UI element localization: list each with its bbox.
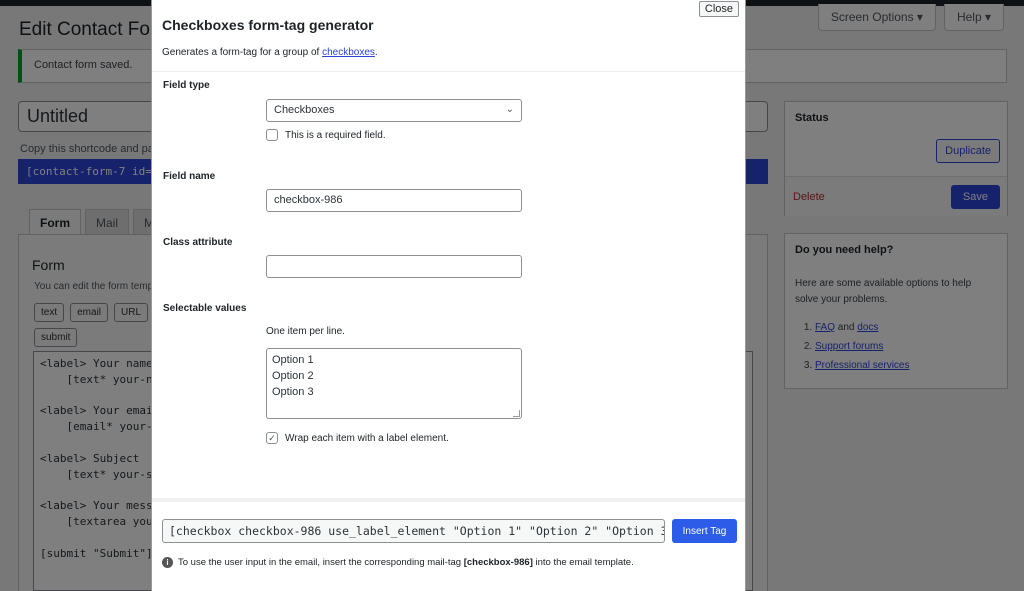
wrap-label-text: Wrap each item with a label element. [285,432,449,444]
selectable-values-label: Selectable values [163,303,247,314]
note-prefix: To use the user input in the email, inse… [178,557,464,568]
selectable-values-hint: One item per line. [266,326,345,337]
description-suffix: . [374,47,378,58]
note-suffix: into the email template. [532,557,634,568]
field-name-label: Field name [163,171,216,182]
tag-generator-modal: Close Checkboxes form-tag generator Gene… [151,0,746,591]
mail-note-text: To use the user input in the email, inse… [178,557,634,568]
resize-handle-icon[interactable] [513,410,520,417]
generated-tag-field[interactable]: [checkbox checkbox-986 use_label_element… [162,519,665,543]
selectable-values-textarea[interactable]: Option 1 Option 2 Option 3 [266,348,522,419]
class-attribute-label: Class attribute [163,237,233,248]
required-label: This is a required field. [285,129,386,141]
wrap-label-row: ✓ Wrap each item with a label element. [266,432,449,444]
field-type-select[interactable]: Checkboxes ⌄ [266,99,522,122]
wrap-label-checkbox[interactable]: ✓ [266,432,278,444]
selectable-values-text: Option 1 Option 2 Option 3 [272,354,314,398]
mail-tag: [checkbox-986] [463,557,533,568]
mail-tag-note: i To use the user input in the email, in… [162,557,634,568]
chevron-down-icon: ⌄ [505,104,514,115]
class-attribute-input[interactable] [266,255,522,278]
checkboxes-link[interactable]: checkboxes [322,47,375,58]
required-checkbox[interactable] [266,129,278,141]
description-prefix: Generates a form-tag for a group of [162,47,323,58]
checkmark-icon: ✓ [268,432,276,443]
modal-footer: [checkbox checkbox-986 use_label_element… [152,498,745,591]
field-type-selected: Checkboxes [274,104,335,116]
close-button[interactable]: Close [698,1,739,17]
modal-divider [152,71,745,72]
field-name-input[interactable]: checkbox-986 [266,189,522,212]
required-field-row: This is a required field. [266,129,386,141]
modal-description: Generates a form-tag for a group of chec… [162,47,378,58]
info-icon: i [162,557,173,568]
insert-tag-button[interactable]: Insert Tag [672,519,737,543]
field-type-label: Field type [163,80,210,91]
modal-title: Checkboxes form-tag generator [162,17,374,33]
